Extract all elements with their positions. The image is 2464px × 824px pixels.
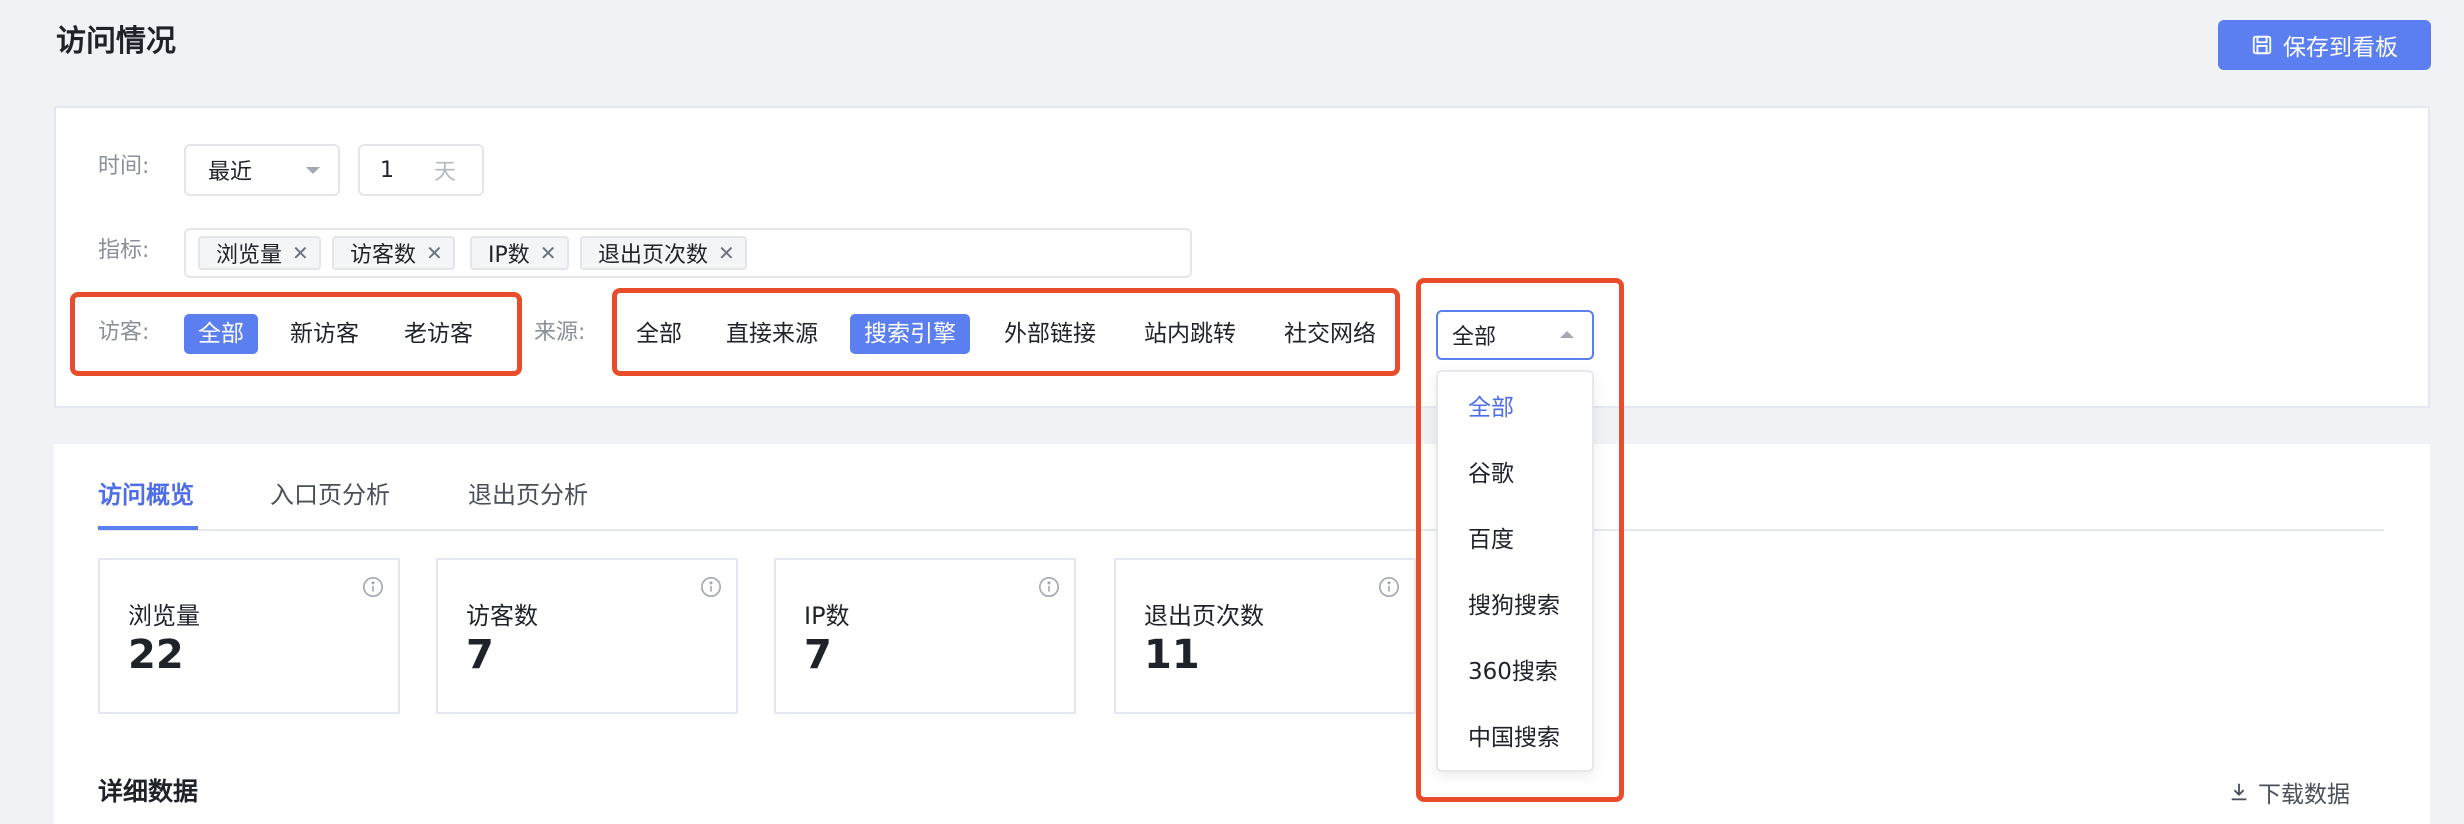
metric-tag-ip: IP数 ✕ [470, 236, 569, 270]
visitor-label: 访客: [98, 320, 150, 345]
metric-tag-label: 访客数 [350, 243, 417, 268]
time-unit: 天 [434, 160, 457, 185]
chevron-up-icon [1560, 331, 1574, 338]
metric-value: 11 [1144, 632, 1200, 678]
search-engine-dropdown: 全部 谷歌 百度 搜狗搜索 360搜索 中国搜索 [1436, 370, 1594, 772]
download-icon [2231, 783, 2247, 801]
metric-value: 22 [128, 632, 184, 678]
metrics-label: 指标: [98, 238, 150, 263]
visitor-option-new[interactable]: 新访客 [276, 314, 373, 354]
visitor-option-returning[interactable]: 老访客 [390, 314, 487, 354]
engine-option-sogou[interactable]: 搜狗搜索 [1468, 586, 1560, 620]
tab-entry-pages[interactable]: 入口页分析 [270, 478, 390, 512]
active-tab-indicator [98, 526, 198, 530]
detail-data-title: 详细数据 [98, 777, 199, 806]
close-icon[interactable]: ✕ [426, 241, 443, 265]
engine-option-chinaso[interactable]: 中国搜索 [1468, 718, 1560, 752]
chevron-down-icon [306, 167, 320, 174]
source-label: 来源: [534, 320, 586, 345]
tab-exit-pages[interactable]: 退出页分析 [468, 478, 588, 512]
source-option-direct[interactable]: 直接来源 [712, 314, 832, 354]
save-button-label: 保存到看板 [2283, 35, 2398, 61]
metric-label: 访客数 [466, 602, 538, 630]
metric-tag-pageviews: 浏览量 ✕ [198, 236, 321, 270]
metric-card-visitors: 访客数 7 [436, 558, 738, 714]
info-icon[interactable] [362, 576, 384, 598]
engine-option-google[interactable]: 谷歌 [1468, 454, 1514, 488]
metric-value: 7 [804, 632, 832, 678]
info-icon[interactable] [700, 576, 722, 598]
metric-tag-label: 退出页次数 [598, 243, 709, 268]
search-engine-select[interactable]: 全部 [1436, 310, 1594, 360]
engine-option-360[interactable]: 360搜索 [1468, 652, 1558, 686]
source-option-internal[interactable]: 站内跳转 [1130, 314, 1250, 354]
download-label: 下载数据 [2258, 782, 2350, 808]
metric-tag-label: IP数 [488, 243, 530, 268]
metric-card-ip: IP数 7 [774, 558, 1076, 714]
close-icon[interactable]: ✕ [292, 241, 309, 265]
tab-divider [98, 529, 2384, 531]
metric-value: 7 [466, 632, 494, 678]
engine-option-all[interactable]: 全部 [1468, 388, 1514, 422]
download-data-button[interactable]: 下载数据 [2228, 775, 2350, 809]
time-range-value: 最近 [208, 160, 253, 185]
close-icon[interactable]: ✕ [718, 241, 735, 265]
time-range-select[interactable]: 最近 [184, 144, 340, 196]
time-count-input[interactable]: 1 天 [358, 144, 484, 196]
metric-card-exits: 退出页次数 11 [1114, 558, 1416, 714]
time-count-value: 1 [380, 157, 394, 183]
source-option-search-engine[interactable]: 搜索引擎 [850, 314, 970, 354]
page-title: 访问情况 [56, 24, 176, 59]
metric-card-pageviews: 浏览量 22 [98, 558, 400, 714]
save-to-dashboard-button[interactable]: 保存到看板 [2218, 20, 2431, 70]
info-icon[interactable] [1038, 576, 1060, 598]
tab-overview[interactable]: 访问概览 [98, 478, 194, 512]
engine-option-baidu[interactable]: 百度 [1468, 520, 1514, 554]
save-icon [2252, 35, 2272, 55]
page: 访问情况 保存到看板 时间: 最近 1 天 指标: 浏览量 ✕ 访客数 ✕ IP… [0, 0, 2464, 824]
search-engine-value: 全部 [1452, 325, 1497, 350]
source-option-external-link[interactable]: 外部链接 [990, 314, 1110, 354]
metric-tag-label: 浏览量 [216, 243, 283, 268]
metric-label: 浏览量 [128, 602, 200, 630]
time-label: 时间: [98, 154, 150, 179]
source-option-all[interactable]: 全部 [622, 314, 696, 354]
info-icon[interactable] [1378, 576, 1400, 598]
close-icon[interactable]: ✕ [540, 241, 557, 265]
metric-tag-exits: 退出页次数 ✕ [580, 236, 747, 270]
metric-label: 退出页次数 [1144, 602, 1264, 630]
source-option-social[interactable]: 社交网络 [1270, 314, 1390, 354]
visitor-option-all[interactable]: 全部 [184, 314, 258, 354]
metric-label: IP数 [804, 602, 850, 630]
metric-tag-visitors: 访客数 ✕ [332, 236, 455, 270]
